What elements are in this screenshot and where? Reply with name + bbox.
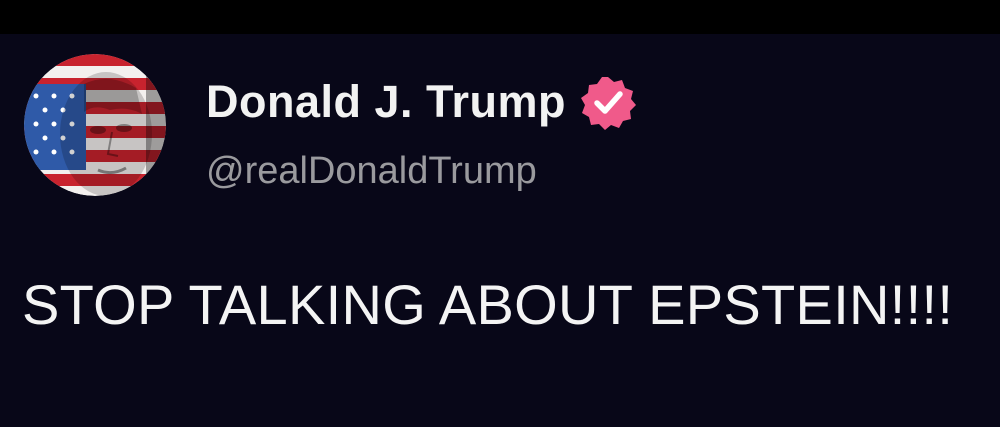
top-bar	[0, 0, 1000, 34]
verified-badge-icon	[580, 74, 637, 130]
avatar[interactable]	[24, 54, 166, 196]
post-card: Donald J. Trump @realDonaldTrump STOP TA…	[0, 34, 1000, 427]
screenshot-frame: Donald J. Trump @realDonaldTrump STOP TA…	[0, 0, 1000, 427]
author-handle[interactable]: @realDonaldTrump	[206, 150, 537, 193]
avatar-image	[24, 54, 166, 196]
author-name-row: Donald J. Trump	[206, 74, 637, 130]
post-text: STOP TALKING ABOUT EPSTEIN!!!!	[22, 273, 954, 336]
display-name[interactable]: Donald J. Trump	[206, 76, 566, 128]
